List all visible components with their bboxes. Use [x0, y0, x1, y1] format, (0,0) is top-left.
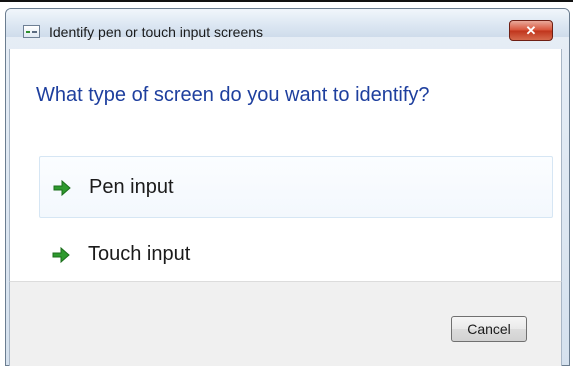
screenshot-stage: Identify pen or touch input screens ✕ Wh…	[0, 0, 573, 369]
top-edge-line	[0, 0, 573, 2]
app-window-icon	[23, 25, 40, 38]
pen-input-option[interactable]: Pen input	[39, 156, 553, 218]
green-arrow-icon	[53, 179, 71, 197]
green-arrow-icon	[52, 246, 70, 264]
main-instruction: What type of screen do you want to ident…	[36, 84, 430, 106]
pen-input-label: Pen input	[89, 176, 174, 198]
window-title: Identify pen or touch input screens	[49, 24, 264, 40]
cancel-button[interactable]: Cancel	[451, 316, 527, 342]
close-button[interactable]: ✕	[509, 20, 553, 41]
touch-input-label: Touch input	[88, 243, 191, 265]
touch-input-option[interactable]: Touch input	[39, 224, 553, 286]
